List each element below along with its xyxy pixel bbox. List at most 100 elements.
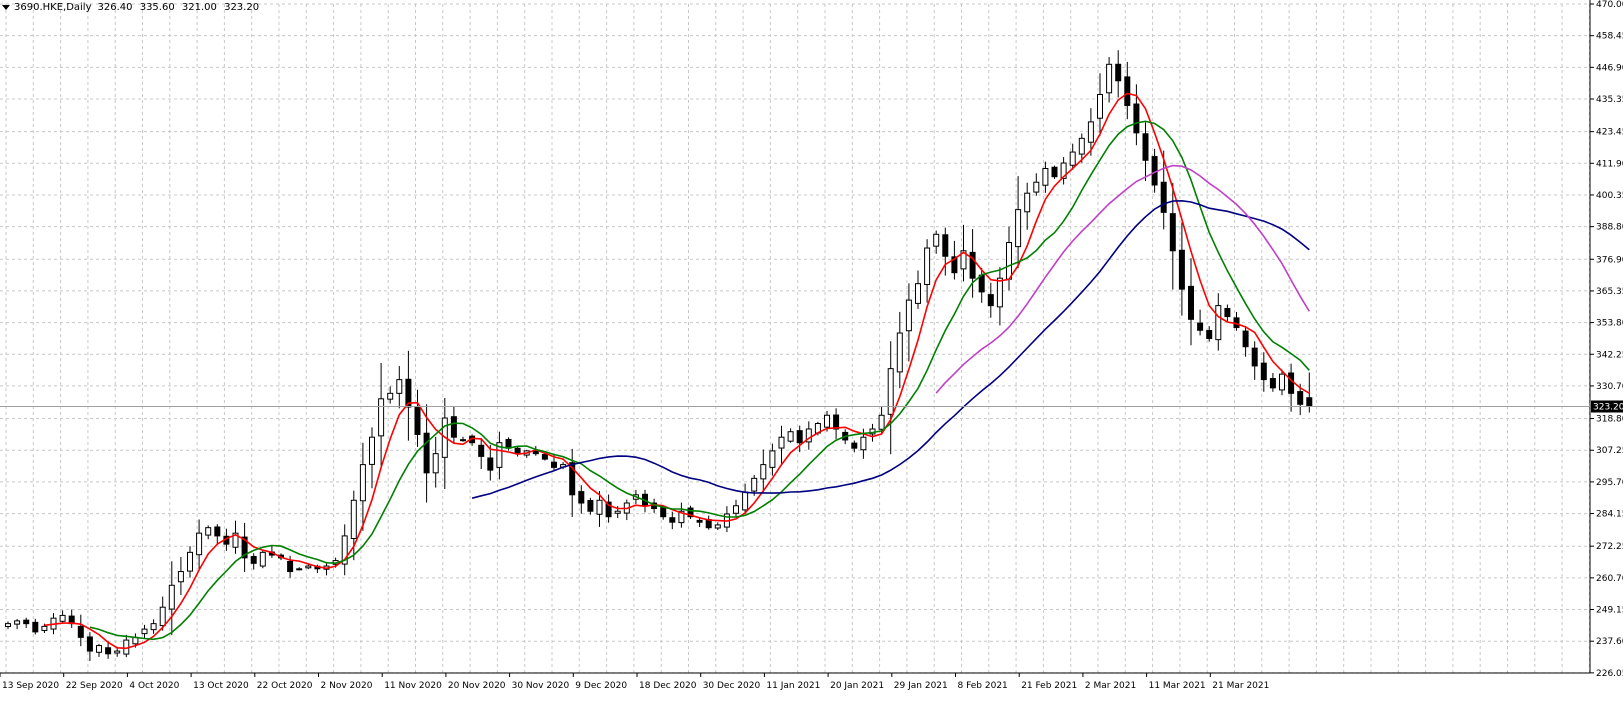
y-tick-label: 458.45 [1596, 32, 1623, 42]
candle [387, 392, 394, 400]
candle [96, 645, 102, 653]
candle [259, 551, 266, 567]
candle [1015, 209, 1022, 248]
candle [769, 450, 776, 468]
candle [487, 457, 494, 471]
candle [551, 461, 557, 468]
low-value: 321.00 [181, 1, 217, 13]
candle [751, 477, 758, 492]
candle [787, 431, 794, 442]
candle [1106, 63, 1113, 94]
candle [987, 294, 994, 307]
x-tick-label: 30 Nov 2020 [512, 681, 570, 691]
candle [1133, 103, 1140, 134]
x-tick-label: 29 Jan 2021 [894, 681, 948, 691]
y-tick-label: 330.70 [1596, 382, 1623, 392]
candle [969, 251, 976, 279]
x-tick-label: 11 Nov 2020 [384, 681, 442, 691]
candle [887, 368, 894, 415]
open-value: 326.40 [97, 1, 133, 13]
y-tick-label: 226.05 [1596, 669, 1623, 679]
candle [532, 450, 539, 455]
candle [1160, 181, 1167, 213]
candle [150, 623, 157, 631]
current-price-label: 323.20 [1593, 402, 1623, 412]
candle [168, 584, 175, 610]
candle [369, 436, 375, 465]
x-tick-label: 13 Oct 2020 [193, 681, 249, 691]
candle [1006, 242, 1012, 280]
candle [760, 464, 767, 480]
candle [905, 299, 912, 332]
candle [1042, 168, 1049, 186]
x-tick-label: 30 Dec 2020 [703, 681, 761, 691]
y-tick-label: 318.80 [1596, 415, 1623, 425]
candle [1251, 347, 1258, 367]
y-tick-label: 272.25 [1596, 542, 1623, 552]
candle [669, 517, 676, 523]
candle [1306, 397, 1313, 407]
candle [205, 527, 212, 536]
candle [305, 565, 312, 569]
candle [414, 407, 421, 435]
candle [250, 556, 257, 564]
y-tick-label: 295.70 [1596, 478, 1623, 488]
candle [1069, 151, 1076, 166]
collapse-triangle-icon[interactable] [2, 4, 10, 10]
candle [77, 625, 84, 638]
y-tick-label: 249.15 [1596, 606, 1623, 616]
candle [505, 438, 512, 449]
x-tick-label: 13 Sep 2020 [2, 681, 59, 691]
candle [214, 526, 221, 537]
y-tick-label: 365.35 [1596, 287, 1623, 297]
candle [1242, 330, 1249, 348]
y-tick-label: 342.25 [1596, 350, 1623, 360]
chart-header: 3690.HKE,Daily 326.40 335.60 321.00 323.… [0, 0, 263, 14]
symbol-timeframe: 3690.HKE,Daily [14, 1, 92, 13]
candle [933, 233, 940, 247]
candle [878, 414, 885, 430]
candle [996, 277, 1003, 308]
candle [23, 619, 30, 625]
y-tick-label: 260.70 [1596, 574, 1623, 584]
y-tick-label: 353.80 [1596, 319, 1623, 329]
candle [1124, 76, 1131, 106]
x-tick-label: 11 Mar 2021 [1149, 681, 1206, 691]
candle [5, 623, 11, 627]
candle [86, 636, 93, 652]
candle [396, 379, 403, 394]
candle [660, 507, 667, 518]
candle [1215, 305, 1222, 341]
x-tick-label: 2 Mar 2021 [1085, 681, 1136, 691]
candle [1279, 373, 1285, 391]
x-tick-label: 21 Mar 2021 [1212, 681, 1269, 691]
candle [1078, 137, 1085, 155]
candle [614, 510, 621, 514]
candle [596, 499, 603, 515]
candle [1024, 192, 1031, 213]
candle [287, 560, 294, 573]
ohlc-readout: 326.40 335.60 321.00 323.20 [98, 2, 264, 13]
candle [1269, 378, 1276, 389]
high-value: 335.60 [139, 1, 175, 13]
y-tick-label: 237.60 [1596, 637, 1623, 647]
candle [296, 568, 303, 571]
candle [714, 524, 721, 529]
candle [1178, 249, 1185, 290]
x-tick-label: 18 Dec 2020 [639, 681, 697, 691]
candle [450, 416, 457, 438]
candle [541, 453, 548, 460]
candle [1188, 285, 1194, 320]
candle [924, 247, 931, 286]
candle [114, 650, 121, 654]
candle [578, 491, 585, 504]
candle [896, 332, 903, 373]
candle [1033, 181, 1040, 193]
candle [733, 505, 739, 514]
y-tick-label: 284.15 [1596, 510, 1623, 520]
price-chart[interactable]: 470.00 458.45 446.90 435.35 423.45 411.90 400.… [0, 0, 1623, 720]
x-tick-label: 22 Sep 2020 [66, 681, 123, 691]
y-tick-label: 388.80 [1596, 223, 1623, 233]
candle [824, 414, 830, 428]
candle [860, 436, 867, 451]
